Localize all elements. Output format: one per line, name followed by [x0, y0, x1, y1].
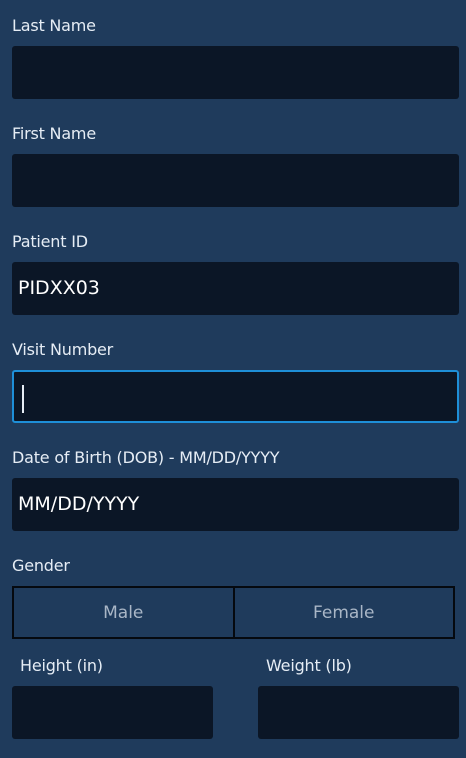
patient-id-label: Patient ID: [12, 232, 88, 251]
dob-label: Date of Birth (DOB) - MM/DD/YYYY: [12, 448, 280, 467]
last-name-label: Last Name: [12, 16, 96, 35]
dob-placeholder: MM/DD/YYYY: [18, 493, 140, 515]
patient-form: Last Name First Name Patient ID PIDXX03 …: [0, 0, 466, 758]
patient-id-value: PIDXX03: [18, 277, 100, 299]
gender-toggle[interactable]: Male Female: [12, 586, 455, 639]
visit-number-field[interactable]: [12, 370, 459, 423]
patient-id-field[interactable]: PIDXX03: [12, 262, 459, 315]
gender-male-button[interactable]: Male: [14, 588, 235, 637]
weight-field[interactable]: [258, 686, 459, 739]
dob-field[interactable]: MM/DD/YYYY: [12, 478, 459, 531]
gender-female-button[interactable]: Female: [235, 588, 454, 637]
height-label: Height (in): [20, 656, 103, 675]
visit-number-label: Visit Number: [12, 340, 114, 359]
first-name-label: First Name: [12, 124, 96, 143]
gender-label: Gender: [12, 556, 70, 575]
height-field[interactable]: [12, 686, 213, 739]
text-caret: [22, 384, 24, 413]
first-name-field[interactable]: [12, 154, 459, 207]
weight-label: Weight (lb): [266, 656, 352, 675]
last-name-field[interactable]: [12, 46, 459, 99]
